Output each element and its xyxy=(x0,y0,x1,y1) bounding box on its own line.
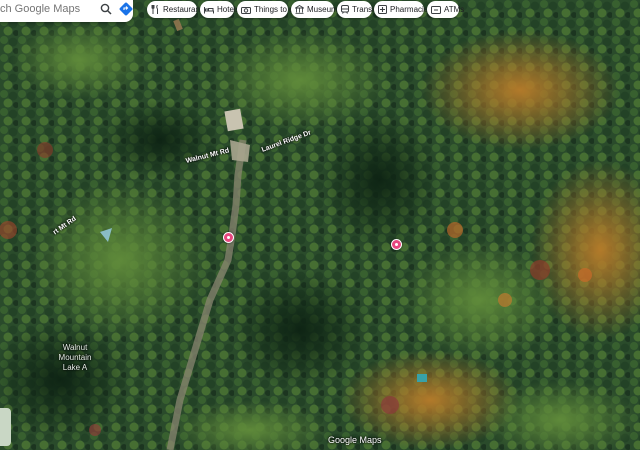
chip-things-to-do[interactable]: Things to do xyxy=(237,1,298,18)
search-input[interactable] xyxy=(0,3,96,15)
chip-transit[interactable]: Transit xyxy=(337,1,376,18)
satellite-map[interactable] xyxy=(0,0,640,450)
pool xyxy=(417,374,427,382)
house-roof xyxy=(224,108,244,132)
map-pin[interactable] xyxy=(223,232,234,243)
chip-restaurants[interactable]: Restaurants xyxy=(147,1,206,18)
fork-knife-icon xyxy=(151,5,160,15)
search-icon[interactable] xyxy=(98,1,113,17)
atm-icon xyxy=(431,5,441,15)
pharmacy-icon xyxy=(378,5,387,15)
area-label-lake: Walnut Mountain Lake A xyxy=(58,343,92,372)
museum-icon xyxy=(295,5,304,15)
chip-label: Transit xyxy=(352,5,377,14)
chip-label: Pharmacies xyxy=(390,5,433,14)
camera-icon xyxy=(241,5,251,15)
search-box xyxy=(0,0,133,22)
map-pin[interactable] xyxy=(391,239,402,250)
chip-label: ATMs xyxy=(444,5,465,14)
chip-pharmacies[interactable]: Pharmacies xyxy=(374,1,432,18)
train-icon xyxy=(341,5,349,15)
chip-hotels[interactable]: Hotels xyxy=(200,1,240,18)
chip-museums[interactable]: Museums xyxy=(291,1,342,18)
bed-icon xyxy=(204,5,214,15)
directions-icon[interactable] xyxy=(119,2,133,16)
google-maps-watermark: Google Maps xyxy=(328,435,382,445)
layers-toggle[interactable] xyxy=(0,408,11,446)
chip-atms[interactable]: ATMs xyxy=(427,1,464,18)
